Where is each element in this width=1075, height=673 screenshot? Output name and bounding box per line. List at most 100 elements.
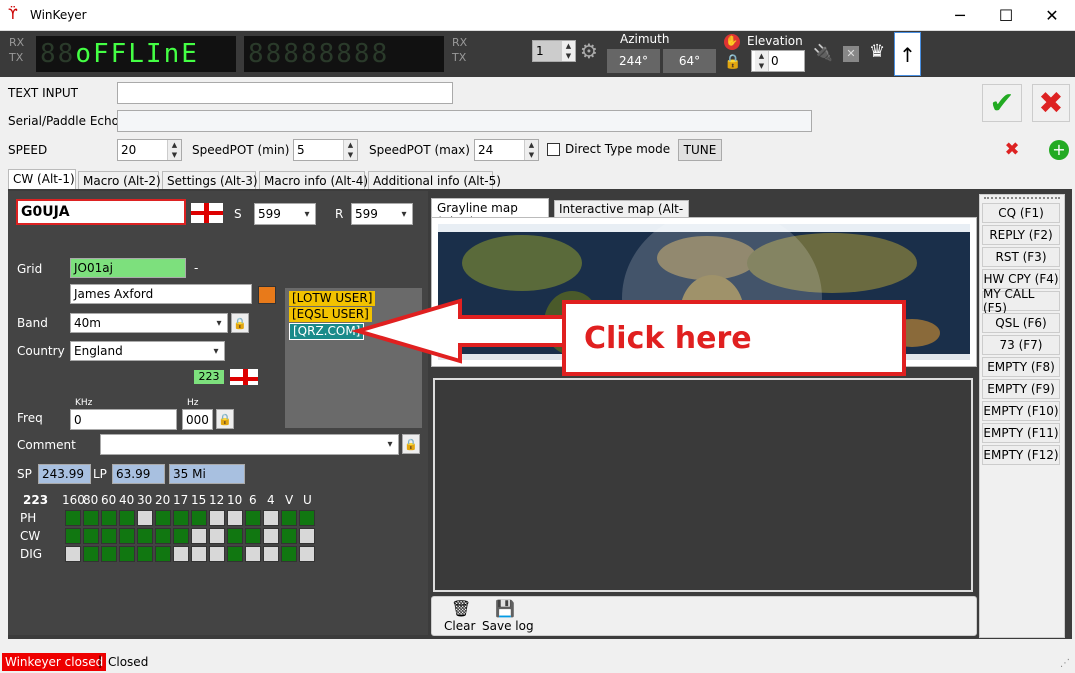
speedpot-max-value: 24 [478,143,494,157]
clear-button[interactable]: Clear [444,619,475,633]
country-select[interactable]: England ▾ [70,341,225,361]
resize-grip-icon[interactable]: ⋰ [1060,658,1070,669]
band-mode-cell [281,546,297,562]
add-plus-icon[interactable]: + [1049,140,1069,160]
band-mode-cell [281,528,297,544]
band-lock-icon[interactable]: 🔒 [231,313,249,333]
trash-icon[interactable]: 🗑 [451,599,471,618]
freq-khz-input[interactable]: 0 [70,409,177,430]
band-mode-cell [137,546,153,562]
app-logo-icon: ϔ [8,7,18,23]
spin-arrows-icon[interactable]: ▲ ▼ [167,140,181,160]
band-header-20: 20 [155,493,171,507]
band-mode-cell [209,546,225,562]
distance-value: 35 Mi [169,464,245,484]
name-input[interactable]: James Axford [70,284,252,304]
cancel-x-icon[interactable]: ✖ [1032,84,1070,122]
tab-additional-info[interactable]: Additional info (Alt-5) [368,171,501,190]
grid-dash: - [194,261,199,275]
crown-icon[interactable]: ♛ [869,41,885,62]
text-input[interactable] [117,82,453,104]
gear-icon[interactable]: ⚙ [580,39,598,63]
plug-icon[interactable]: 🔌 [813,43,833,62]
arrow-up-icon[interactable]: ↑ [894,32,921,76]
band-mode-cell [119,546,135,562]
elevation-spinner[interactable]: ▲ ▼ 0 [751,50,805,72]
text-input-label: TEXT INPUT [8,86,78,100]
band-header-12: 12 [209,493,225,507]
stop-hand-icon[interactable]: ✋ [724,34,740,50]
maximize-button[interactable]: ☐ [983,0,1029,31]
tab-grayline-map[interactable]: Grayline map (Alt-6) [431,198,549,229]
comment-select[interactable]: ▾ [100,434,399,455]
spin-arrows-icon[interactable]: ▲ ▼ [343,140,357,160]
confirm-check-icon[interactable]: ✔ [982,84,1022,122]
speedpot-max-spinner[interactable]: 24 ▲ ▼ [474,139,539,161]
disconnect-icon[interactable]: ✕ [843,46,859,62]
tab-macro[interactable]: Macro (Alt-2) [78,171,161,190]
fkey-button-f6[interactable]: QSL (F6) [982,313,1060,333]
delete-x-icon[interactable]: ✖ [1002,140,1022,160]
band-mode-cell [191,546,207,562]
fkey-button-f5[interactable]: MY CALL (F5) [982,287,1060,315]
tune-button[interactable]: TUNE [678,139,722,161]
comment-lock-icon[interactable]: 🔒 [402,434,420,454]
save-disk-icon[interactable]: 💾 [495,599,515,618]
fkey-button-f1[interactable]: CQ (F1) [982,203,1060,223]
band-mode-cell [227,510,243,526]
freq-hz-input[interactable]: 000 [182,409,213,430]
save-log-button[interactable]: Save log [482,619,534,633]
s-report-select[interactable]: 599 ▾ [254,203,316,225]
band-mode-cell [119,528,135,544]
spin-arrows-icon[interactable]: ▲ ▼ [561,41,575,61]
freq-lock-icon[interactable]: 🔒 [216,409,234,429]
minimize-button[interactable]: ─ [937,0,983,31]
r-report-select[interactable]: 599 ▾ [351,203,413,225]
s-label: S [234,207,242,221]
connection-status: Closed [108,655,149,669]
band-select[interactable]: 40m ▾ [70,313,228,333]
channel-spinner[interactable]: 1 ▲ ▼ [532,40,576,62]
spin-arrows-icon[interactable]: ▲ ▼ [755,51,769,71]
tab-cw[interactable]: CW (Alt-1) [8,169,76,190]
tab-settings[interactable]: Settings (Alt-3) [162,171,258,190]
band-header-u: U [303,493,312,507]
band-mode-cell [191,528,207,544]
band-mode-cell [245,528,261,544]
band-mode-cell [173,510,189,526]
fkey-button-f12[interactable]: EMPTY (F12) [982,445,1060,465]
display-lit-text: oFFLInE [75,39,199,69]
tab-macro-info[interactable]: Macro info (Alt-4) [259,171,368,190]
close-button[interactable]: ✕ [1029,0,1075,31]
grid-input[interactable]: JO01aj [70,258,186,278]
lock-icon[interactable]: 🔒 [724,54,741,70]
band-mode-cell [101,510,117,526]
fkey-button-f8[interactable]: EMPTY (F8) [982,357,1060,377]
fkey-button-f9[interactable]: EMPTY (F9) [982,379,1060,399]
country-label: Country [17,344,65,358]
drag-handle[interactable] [984,197,1060,199]
chevron-down-icon: ▾ [216,317,222,329]
fkey-button-f11[interactable]: EMPTY (F11) [982,423,1060,443]
band-mode-cell [299,528,315,544]
speedpot-min-spinner[interactable]: 5 ▲ ▼ [293,139,358,161]
dxcc-badge: 223 [194,370,224,384]
speedpot-max-label: SpeedPOT (max) [369,143,470,157]
tab-interactive-map[interactable]: Interactive map (Alt-7) [554,200,689,230]
log-area[interactable] [433,378,973,592]
fkey-button-f3[interactable]: RST (F3) [982,247,1060,267]
speed-spinner[interactable]: 20 ▲ ▼ [117,139,182,161]
callsign-input[interactable]: G0UJA [16,199,186,225]
direct-type-checkbox[interactable] [547,143,560,156]
fkey-button-f4[interactable]: HW CPY (F4) [982,269,1060,289]
speedpot-min-label: SpeedPOT (min) [192,143,290,157]
grid-label: Grid [17,262,43,276]
spin-arrows-icon[interactable]: ▲ ▼ [524,140,538,160]
freq-label: Freq [17,411,43,425]
fkey-button-f10[interactable]: EMPTY (F10) [982,401,1060,421]
fkey-button-f2[interactable]: REPLY (F2) [982,225,1060,245]
qrz-lookup-icon[interactable] [258,286,276,304]
fkey-button-f7[interactable]: 73 (F7) [982,335,1060,355]
band-mode-cell [209,510,225,526]
window-title: WinKeyer [30,8,87,22]
